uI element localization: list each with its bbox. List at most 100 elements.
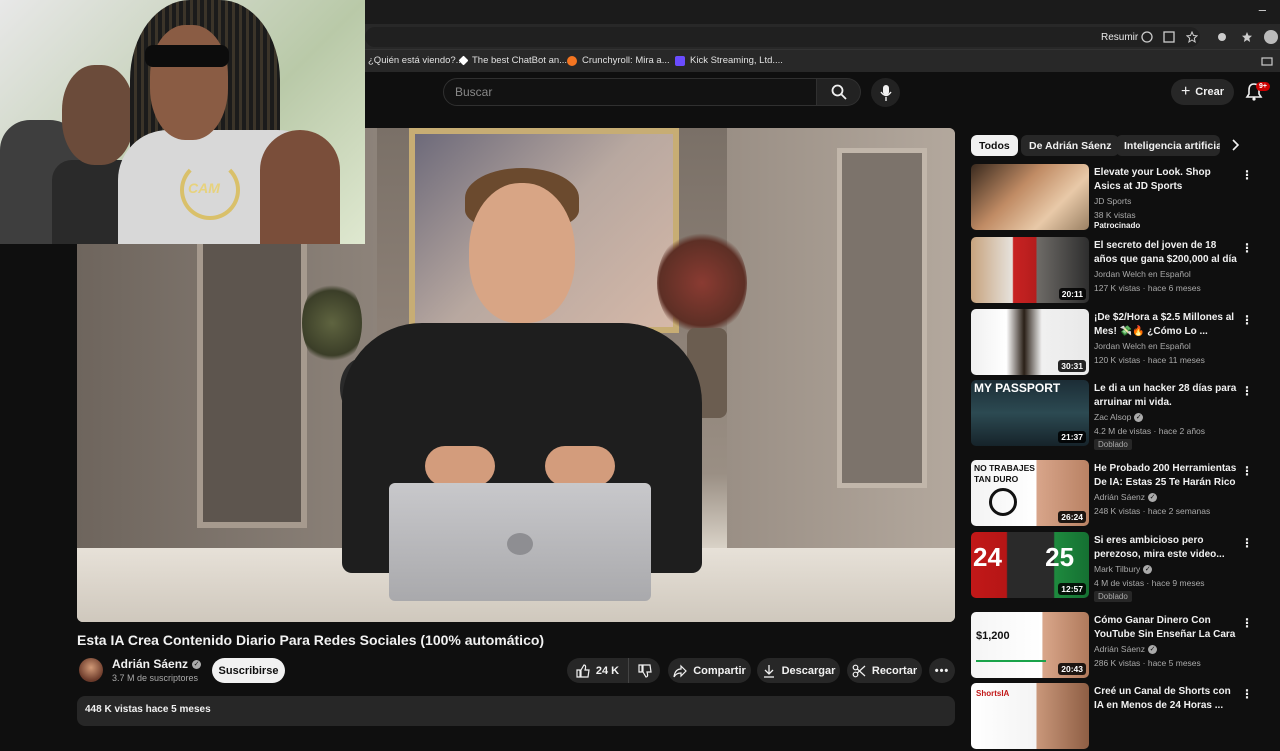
share-button[interactable]: Compartir (668, 658, 751, 683)
subscribe-button[interactable]: Suscribirse (212, 658, 285, 683)
dislike-button[interactable] (628, 658, 660, 683)
chevron-right-icon[interactable] (1228, 138, 1242, 152)
recommendation-meta: 286 K vistas · hace 5 meses (1094, 658, 1201, 668)
subscriber-count: 3.7 M de suscriptores (112, 673, 199, 683)
profile-avatar[interactable] (1264, 30, 1278, 44)
bookmark-1[interactable]: The best ChatBot an... (458, 55, 567, 66)
minimize-window-button[interactable]: – (1259, 2, 1266, 17)
video-thumbnail[interactable]: MY PASSPORT 21:37 (971, 380, 1089, 446)
thumbs-down-icon (637, 663, 652, 678)
reader-icon[interactable] (1140, 30, 1154, 44)
share-icon (673, 664, 688, 677)
download-icon (763, 664, 774, 678)
star-icon[interactable] (1185, 30, 1199, 44)
chip-ai[interactable]: Inteligencia artificia (1116, 135, 1220, 156)
recommendation-channel[interactable]: Mark Tilbury ✓ (1094, 564, 1153, 574)
verified-icon: ✓ (192, 659, 202, 669)
voice-search-button[interactable] (871, 78, 900, 107)
recommendation-item[interactable]: Elevate your Look. Shop Asics at JD Spor… (971, 164, 1261, 232)
share-label: Compartir (693, 664, 746, 677)
duration-badge: 20:43 (1058, 663, 1086, 675)
growth-line (976, 660, 1046, 662)
folder-icon[interactable] (1260, 54, 1274, 68)
recommendation-channel[interactable]: Zac Alsop ✓ (1094, 412, 1144, 422)
recommendation-item[interactable]: 30:31 ¡De $2/Hora a $2.5 Millones al Mes… (971, 309, 1261, 377)
more-vert-icon[interactable]: ⋮ (1241, 464, 1253, 478)
recommendation-channel[interactable]: Jordan Welch en Español (1094, 341, 1191, 351)
download-button[interactable]: Descargar (757, 658, 840, 683)
more-vert-icon[interactable]: ⋮ (1241, 313, 1253, 327)
create-label: Crear (1195, 86, 1225, 98)
verified-icon: ✓ (1148, 492, 1158, 502)
recommendation-channel[interactable]: JD Sports (1094, 196, 1131, 206)
pendant-text: CAM (188, 180, 220, 196)
verified-icon: ✓ (1134, 412, 1144, 422)
like-button[interactable]: 24 K (567, 658, 628, 683)
thumbnail-text: NO TRABAJES TAN DURO (974, 463, 1035, 484)
recommendation-title[interactable]: Le di a un hacker 28 días para arruinar … (1094, 382, 1239, 410)
video-stats: 448 K vistas hace 5 meses (85, 704, 211, 715)
recommendation-title[interactable]: Elevate your Look. Shop Asics at JD Spor… (1094, 166, 1239, 194)
chip-all[interactable]: Todos (971, 135, 1018, 156)
recommendation-item[interactable]: ShortsIA Creé un Canal de Shorts con IA … (971, 683, 1261, 751)
scissors-icon (852, 664, 866, 677)
download-label: Descargar (781, 664, 836, 677)
video-thumbnail[interactable]: 30:31 (971, 309, 1089, 375)
recommendation-channel[interactable]: Jordan Welch en Español (1094, 269, 1191, 279)
recommendation-title[interactable]: He Probado 200 Herramientas De IA: Estas… (1094, 462, 1239, 490)
video-thumbnail[interactable] (971, 164, 1089, 230)
recommendation-item[interactable]: 24 25 12:57 Si eres ambicioso pero perez… (971, 532, 1261, 602)
clip-button[interactable]: Recortar (847, 658, 922, 683)
recommendation-item[interactable]: MY PASSPORT 21:37 Le di a un hacker 28 d… (971, 380, 1261, 450)
more-actions-button[interactable]: ••• (929, 658, 955, 683)
favorites-icon[interactable] (1240, 30, 1254, 44)
recommendation-title[interactable]: ¡De $2/Hora a $2.5 Millones al Mes! 💸🔥 ¿… (1094, 311, 1239, 339)
more-vert-icon[interactable]: ⋮ (1241, 384, 1253, 398)
recommendation-item[interactable]: NO TRABAJES TAN DURO 26:24 He Probado 20… (971, 460, 1261, 528)
search-placeholder: Buscar (455, 85, 493, 99)
channel-avatar[interactable] (79, 658, 103, 682)
bookmark-3[interactable]: Kick Streaming, Ltd.... (675, 55, 783, 66)
search-input[interactable] (443, 78, 817, 106)
video-thumbnail[interactable]: 20:11 (971, 237, 1089, 303)
crunchyroll-icon (567, 55, 577, 66)
address-bar[interactable] (365, 27, 1200, 47)
bookmark-0[interactable]: ¿Quién está viendo?... (368, 55, 464, 66)
recommendation-title[interactable]: Creé un Canal de Shorts con IA en Menos … (1094, 685, 1239, 713)
video-thumbnail[interactable]: $1,200 20:43 (971, 612, 1089, 678)
more-vert-icon[interactable]: ⋮ (1241, 168, 1253, 182)
recommendation-title[interactable]: Cómo Ganar Dinero Con YouTube Sin Enseña… (1094, 614, 1239, 642)
recommendation-meta: 4.2 M de vistas · hace 2 años (1094, 426, 1206, 436)
channel-name[interactable]: Adrián Sáenz ✓ (112, 657, 202, 671)
create-button[interactable]: + Crear (1171, 79, 1234, 105)
duration-badge: 21:37 (1058, 431, 1086, 443)
chip-channel[interactable]: De Adrián Sáenz (1021, 135, 1120, 156)
video-title: Esta IA Crea Contenido Diario Para Redes… (77, 632, 545, 648)
extension-icon[interactable] (1215, 30, 1229, 44)
microphone-icon (879, 84, 892, 101)
summarize-button[interactable]: Resumir (1101, 32, 1138, 43)
kick-icon (675, 55, 685, 66)
video-thumbnail[interactable]: ShortsIA (971, 683, 1089, 749)
recommendation-channel[interactable]: Adrián Sáenz ✓ (1094, 492, 1158, 502)
recommendation-title[interactable]: Si eres ambicioso pero perezoso, mira es… (1094, 534, 1239, 562)
notification-count-badge: 9+ (1256, 82, 1270, 91)
more-vert-icon[interactable]: ⋮ (1241, 616, 1253, 630)
sponsored-badge: Patrocinado (1094, 221, 1141, 230)
recommendation-item[interactable]: $1,200 20:43 Cómo Ganar Dinero Con YouTu… (971, 612, 1261, 680)
more-vert-icon[interactable]: ⋮ (1241, 241, 1253, 255)
more-horizontal-icon: ••• (934, 664, 950, 677)
more-vert-icon[interactable]: ⋮ (1241, 536, 1253, 550)
search-button[interactable] (817, 78, 861, 106)
video-thumbnail[interactable]: NO TRABAJES TAN DURO 26:24 (971, 460, 1089, 526)
more-vert-icon[interactable]: ⋮ (1241, 687, 1253, 701)
green-plant (302, 278, 362, 368)
recommendation-channel[interactable]: Adrián Sáenz ✓ (1094, 644, 1158, 654)
recommendation-title[interactable]: El secreto del joven de 18 años que gana… (1094, 239, 1239, 267)
verified-icon: ✓ (1148, 644, 1158, 654)
video-thumbnail[interactable]: 24 25 12:57 (971, 532, 1089, 598)
chatbot-icon (458, 55, 469, 66)
bookmark-2[interactable]: Crunchyroll: Mira a... (567, 55, 670, 66)
translate-icon[interactable] (1162, 30, 1176, 44)
recommendation-item[interactable]: 20:11 El secreto del joven de 18 años qu… (971, 237, 1261, 305)
